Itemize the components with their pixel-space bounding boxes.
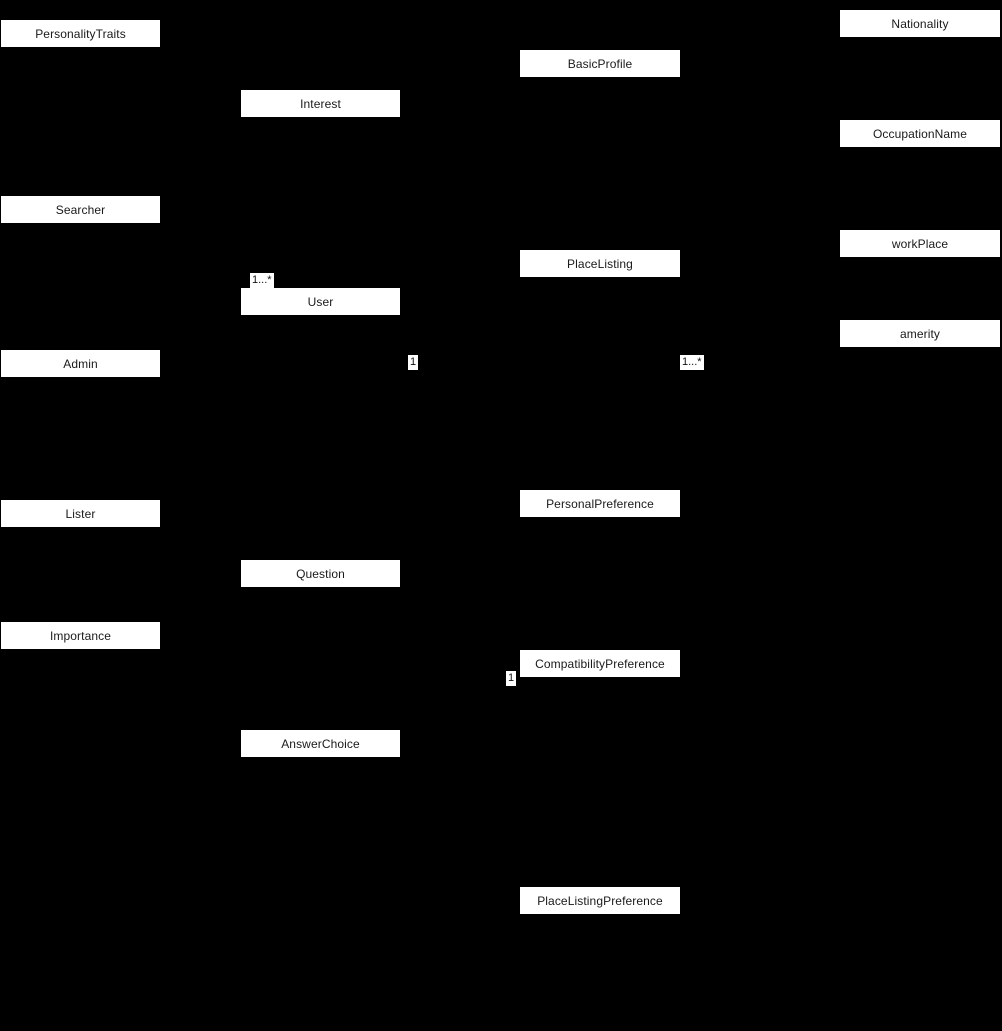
uml-class-name: Nationality <box>891 16 949 31</box>
uml-class-question[interactable]: Question <box>241 560 400 587</box>
uml-class-personal-preference[interactable]: PersonalPreference <box>520 490 680 517</box>
uml-class-name: Question <box>296 566 345 581</box>
uml-class-basic-profile[interactable]: BasicProfile <box>520 50 680 77</box>
uml-class-occupation-name[interactable]: OccupationName <box>840 120 1000 147</box>
uml-class-name: AnswerChoice <box>281 736 360 751</box>
uml-class-name: OccupationName <box>872 126 968 141</box>
uml-class-name: amerity <box>899 326 941 341</box>
uml-class-place-listing[interactable]: PlaceListing <box>520 250 680 277</box>
multiplicity-label-mult-place-listing-right: 1...* <box>680 355 704 370</box>
uml-class-user[interactable]: User <box>241 288 400 315</box>
uml-class-name: PersonalPreference <box>546 496 654 511</box>
uml-class-answer-choice[interactable]: AnswerChoice <box>241 730 400 757</box>
uml-class-compatibility-preference[interactable]: CompatibilityPreference <box>520 650 680 677</box>
uml-class-admin[interactable]: Admin <box>1 350 160 377</box>
uml-class-personality-traits[interactable]: PersonalityTraits <box>1 20 160 47</box>
multiplicity-label-mult-user-top: 1...* <box>250 273 274 288</box>
uml-class-name: Lister <box>65 506 96 521</box>
uml-class-name: PersonalityTraits <box>35 26 126 41</box>
uml-class-place-listing-preference[interactable]: PlaceListingPreference <box>520 887 680 914</box>
uml-class-name: Searcher <box>55 202 106 217</box>
uml-class-name: CompatibilityPreference <box>535 656 665 671</box>
uml-class-name: User <box>307 294 334 309</box>
uml-class-name: PlaceListingPreference <box>537 893 663 908</box>
uml-class-interest[interactable]: Interest <box>241 90 400 117</box>
uml-class-name: workPlace <box>891 236 949 251</box>
uml-class-nationality[interactable]: Nationality <box>840 10 1000 37</box>
uml-class-name: Admin <box>63 356 98 371</box>
uml-class-work-place[interactable]: workPlace <box>840 230 1000 257</box>
multiplicity-label-mult-compatibility-left: 1 <box>506 671 517 686</box>
uml-class-lister[interactable]: Lister <box>1 500 160 527</box>
uml-class-diagram-canvas: PersonalityTraits Nationality BasicProfile… <box>0 0 1002 1031</box>
uml-class-searcher[interactable]: Searcher <box>1 196 160 223</box>
uml-class-name: Interest <box>300 96 341 111</box>
uml-class-importance[interactable]: Importance <box>1 622 160 649</box>
multiplicity-label-mult-user-right: 1 <box>408 355 419 370</box>
uml-class-amerity[interactable]: amerity <box>840 320 1000 347</box>
uml-class-name: PlaceListing <box>567 256 633 271</box>
uml-class-name: BasicProfile <box>567 56 633 71</box>
uml-class-name: Importance <box>49 628 112 643</box>
